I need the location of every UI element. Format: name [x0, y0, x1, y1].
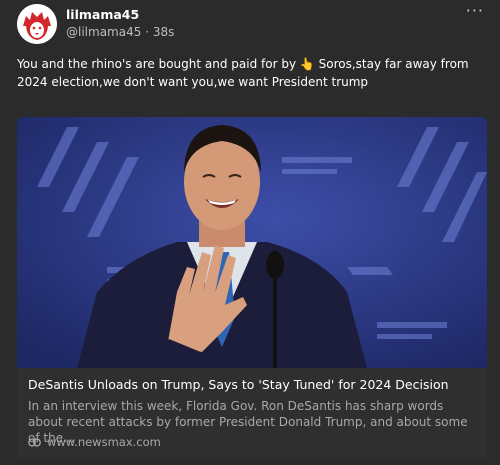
article-title[interactable]: DeSantis Unloads on Trump, Says to 'Stay…: [28, 377, 449, 392]
author-handle[interactable]: @lilmama45: [66, 25, 141, 39]
meta-separator: ·: [145, 25, 150, 39]
post-text-part1: You and the rhino's are bought and paid …: [17, 57, 300, 71]
link-preview-card[interactable]: DeSantis Unloads on Trump, Says to 'Stay…: [17, 117, 487, 459]
author-name[interactable]: lilmama45: [66, 7, 139, 22]
avatar[interactable]: [17, 4, 57, 44]
post-time[interactable]: 38s: [153, 25, 175, 39]
article-domain[interactable]: www.newsmax.com: [28, 435, 161, 449]
more-options-button[interactable]: ···: [466, 1, 484, 20]
more-horizontal-icon: ···: [465, 1, 484, 20]
link-icon: [28, 437, 41, 447]
article-image[interactable]: [17, 117, 487, 368]
post-meta: @lilmama45 · 38s: [66, 25, 174, 39]
post-text: You and the rhino's are bought and paid …: [17, 55, 487, 91]
card-body[interactable]: DeSantis Unloads on Trump, Says to 'Stay…: [17, 368, 487, 459]
article-domain-text: www.newsmax.com: [47, 435, 161, 449]
lion-logo-icon: [17, 4, 57, 44]
post: lilmama45 @lilmama45 · 38s ··· You and t…: [0, 0, 500, 465]
pointing-up-emoji: 👆: [299, 57, 315, 71]
article-photo: [17, 117, 487, 368]
